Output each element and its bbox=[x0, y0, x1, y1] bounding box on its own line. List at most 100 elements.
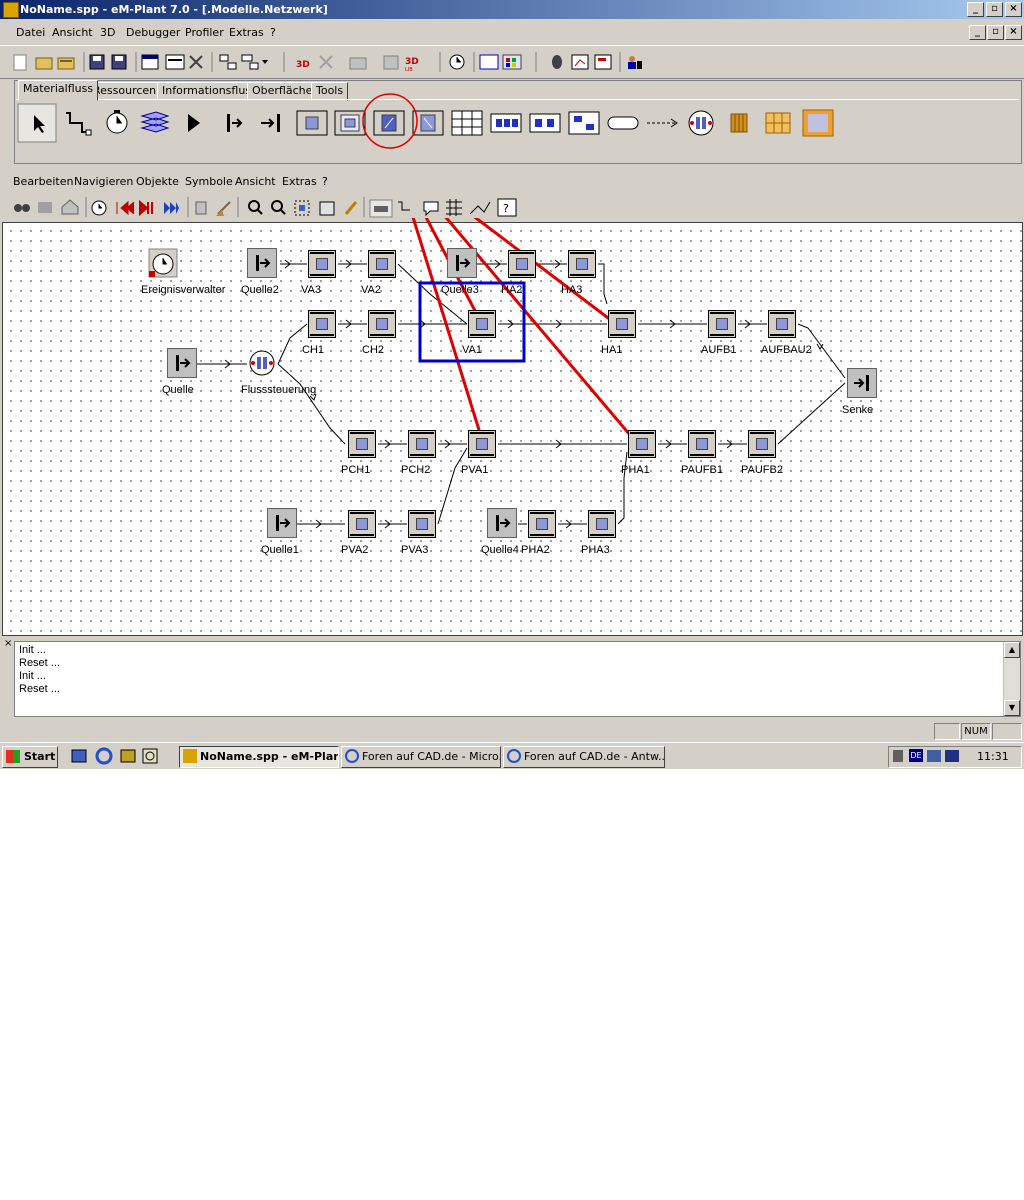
station-ch1[interactable] bbox=[308, 310, 336, 338]
home-icon[interactable] bbox=[61, 199, 79, 215]
debug-bug-icon[interactable] bbox=[552, 55, 562, 69]
menu-ansicht[interactable]: Ansicht bbox=[52, 26, 93, 39]
zoom-in-icon[interactable] bbox=[248, 200, 263, 215]
conveyor-icon[interactable] bbox=[607, 116, 639, 130]
person-search-icon[interactable] bbox=[628, 56, 642, 69]
minimize-button[interactable]: _ bbox=[967, 2, 984, 17]
singleproc-icon[interactable] bbox=[296, 110, 328, 136]
sink-senke[interactable] bbox=[847, 368, 877, 398]
fast-forward-icon[interactable] bbox=[164, 202, 179, 214]
hierarchy-icon[interactable] bbox=[219, 54, 237, 70]
menu-ansicht-network[interactable]: Ansicht bbox=[235, 175, 276, 188]
station-paufb1[interactable] bbox=[688, 430, 716, 458]
monitor-icon[interactable] bbox=[945, 750, 959, 762]
stopwatch-icon[interactable] bbox=[91, 200, 107, 216]
station-ha1[interactable] bbox=[608, 310, 636, 338]
frame-layers-icon[interactable] bbox=[140, 111, 170, 133]
buffer-icon[interactable] bbox=[490, 113, 522, 133]
flow-control[interactable] bbox=[247, 348, 277, 378]
grid-icon[interactable] bbox=[446, 199, 462, 216]
console-icon[interactable] bbox=[165, 54, 185, 70]
chart-icon[interactable] bbox=[571, 54, 589, 70]
log-console[interactable]: Init ... Reset ... Init ... Reset ... ▲ … bbox=[14, 641, 1021, 717]
menu-help[interactable]: ? bbox=[270, 26, 276, 39]
tools-icon[interactable] bbox=[189, 55, 203, 69]
ie-browser-icon[interactable] bbox=[95, 747, 113, 765]
open-file-icon[interactable] bbox=[57, 57, 75, 70]
3d-open-icon[interactable] bbox=[349, 57, 367, 70]
station-aufbau2[interactable] bbox=[768, 310, 796, 338]
station-aufb1[interactable] bbox=[708, 310, 736, 338]
color-grid-icon[interactable] bbox=[502, 54, 522, 70]
track-icon[interactable] bbox=[647, 118, 678, 128]
layout-icon[interactable] bbox=[241, 54, 268, 70]
worker-pool-icon[interactable] bbox=[802, 109, 834, 137]
menu-navigieren[interactable]: Navigieren bbox=[74, 175, 133, 188]
task-browser-1[interactable]: Foren auf CAD.de - Micro... bbox=[341, 746, 501, 768]
station-va1[interactable] bbox=[468, 310, 496, 338]
station-ha2[interactable] bbox=[508, 250, 536, 278]
path-icon[interactable] bbox=[469, 201, 491, 215]
sorter-icon[interactable] bbox=[568, 111, 600, 135]
maximize-button[interactable]: ▫ bbox=[986, 2, 1003, 17]
station-pha2[interactable] bbox=[528, 510, 556, 538]
tab-materialfluss[interactable]: Materialfluss bbox=[18, 80, 99, 101]
flowcontrol-icon[interactable] bbox=[688, 110, 714, 136]
station-pva1[interactable] bbox=[468, 430, 496, 458]
menu-objekte[interactable]: Objekte bbox=[136, 175, 179, 188]
start-button[interactable]: Start bbox=[2, 746, 58, 768]
event-controller-icon[interactable] bbox=[106, 110, 128, 134]
task-browser-2[interactable]: Foren auf CAD.de - Antw... bbox=[503, 746, 665, 768]
step-icon[interactable] bbox=[139, 199, 153, 217]
pointer-tool-icon[interactable] bbox=[17, 103, 57, 143]
folder-icon[interactable] bbox=[38, 202, 52, 213]
pencil-icon[interactable] bbox=[344, 201, 358, 215]
menu-profiler[interactable]: Profiler bbox=[185, 26, 224, 39]
binoculars-icon[interactable] bbox=[14, 204, 30, 212]
clock-icon[interactable] bbox=[449, 54, 465, 70]
transporter-icon[interactable] bbox=[730, 113, 748, 133]
source-quelle4[interactable] bbox=[487, 508, 517, 538]
3d-disabled-icon[interactable] bbox=[319, 55, 333, 69]
station-pha3[interactable] bbox=[588, 510, 616, 538]
station-pch1[interactable] bbox=[348, 430, 376, 458]
menu-datei[interactable]: Datei bbox=[16, 26, 45, 39]
mdi-close-button[interactable]: × bbox=[1005, 25, 1022, 40]
comment-icon[interactable] bbox=[423, 201, 439, 217]
log-scrollbar[interactable]: ▲ ▼ bbox=[1003, 642, 1020, 716]
menu-symbole[interactable]: Symbole bbox=[185, 175, 233, 188]
save-icon[interactable] bbox=[89, 54, 105, 70]
menu-3d[interactable]: 3D bbox=[100, 26, 115, 39]
station-paufb2[interactable] bbox=[748, 430, 776, 458]
source-icon[interactable] bbox=[227, 114, 243, 132]
source-quelle3[interactable] bbox=[447, 248, 477, 278]
station-pva2[interactable] bbox=[348, 510, 376, 538]
clock-app-icon[interactable] bbox=[142, 748, 158, 764]
close-button[interactable]: × bbox=[1005, 2, 1022, 17]
save-all-icon[interactable] bbox=[111, 54, 127, 70]
menu-help-network[interactable]: ? bbox=[322, 175, 328, 188]
station-pch2[interactable] bbox=[408, 430, 436, 458]
parallelproc-icon[interactable] bbox=[334, 110, 366, 136]
source-quelle1[interactable] bbox=[267, 508, 297, 538]
source-quelle2[interactable] bbox=[247, 248, 277, 278]
mdi-minimize-button[interactable]: _ bbox=[969, 25, 986, 40]
station-ha3[interactable] bbox=[568, 250, 596, 278]
event-controller[interactable] bbox=[148, 248, 178, 278]
speaker-icon[interactable] bbox=[893, 750, 903, 762]
menu-extras[interactable]: Extras bbox=[229, 26, 264, 39]
reset-icon[interactable] bbox=[116, 200, 135, 216]
menu-bearbeiten[interactable]: Bearbeiten bbox=[13, 175, 73, 188]
menu-debugger[interactable]: Debugger bbox=[126, 26, 180, 39]
menu-extras-network[interactable]: Extras bbox=[282, 175, 317, 188]
station-va3[interactable] bbox=[308, 250, 336, 278]
zoom-fit-icon[interactable] bbox=[294, 200, 310, 216]
connector-draw-icon[interactable] bbox=[398, 201, 410, 211]
task-em-plant[interactable]: NoName.spp - eM-Plan... bbox=[179, 746, 339, 768]
connector-tool-icon[interactable] bbox=[66, 112, 92, 136]
report-icon[interactable] bbox=[594, 54, 612, 70]
3d-icon[interactable]: 3D bbox=[296, 60, 310, 70]
store-icon[interactable] bbox=[451, 110, 483, 136]
3d-view-icon[interactable] bbox=[383, 55, 399, 70]
3d-lib-icon[interactable]: 3DLIB bbox=[405, 57, 419, 73]
